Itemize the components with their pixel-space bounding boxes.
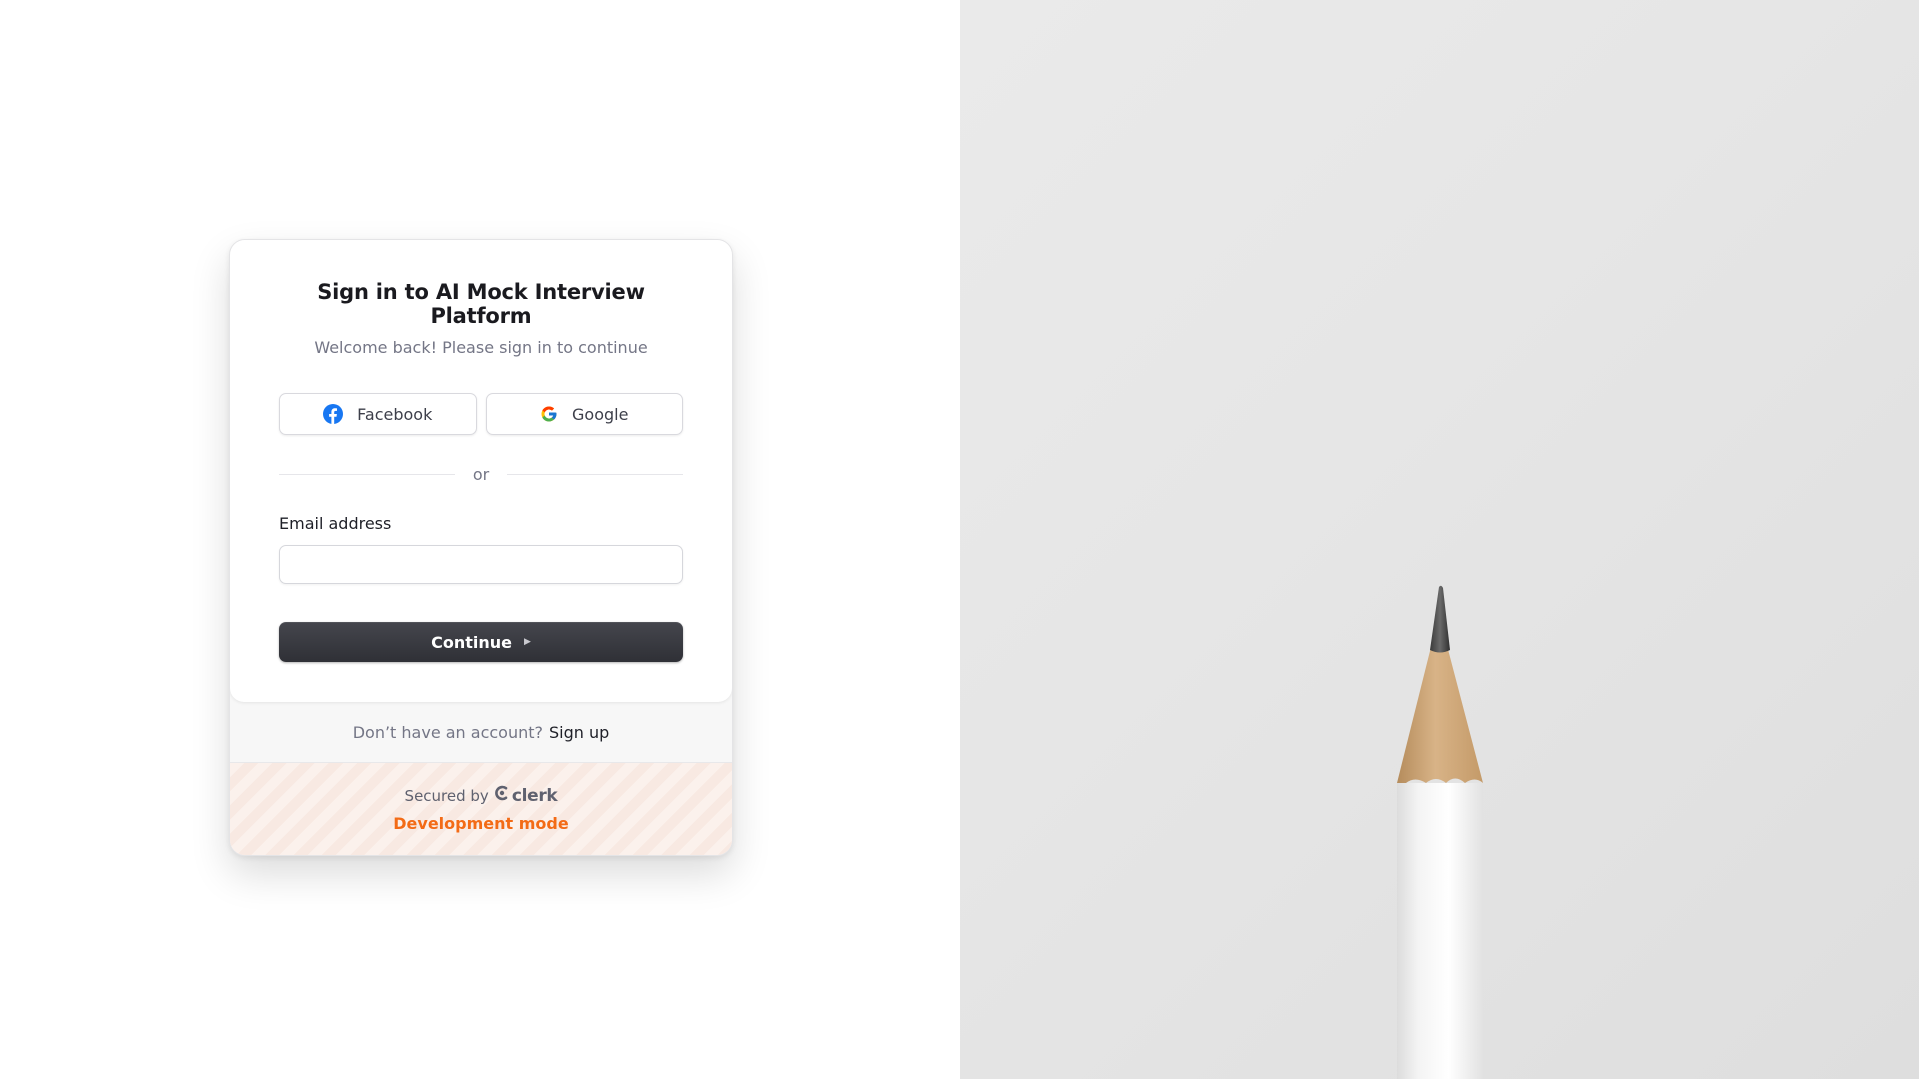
signin-card: Sign in to AI Mock Interview Platform We… [229, 239, 733, 856]
page-title: Sign in to AI Mock Interview Platform [317, 280, 645, 328]
clerk-brand: clerk [511, 785, 558, 806]
signin-page: Sign in to AI Mock Interview Platform We… [0, 0, 1919, 1079]
facebook-label: Facebook [357, 404, 433, 424]
divider-line-left [279, 474, 455, 475]
secured-by-row: Secured by clerk [405, 785, 558, 806]
development-mode-label: Development mode [393, 814, 569, 833]
secured-footer: Secured by clerk Development mode [230, 763, 732, 855]
or-divider: or [279, 465, 683, 484]
divider-text: or [472, 465, 490, 484]
signup-link[interactable]: Sign up [549, 723, 609, 742]
continue-label: Continue [431, 632, 512, 652]
signup-prompt: Don’t have an account? [352, 722, 544, 742]
hero-image [960, 0, 1919, 1079]
divider-line-right [507, 474, 683, 475]
page-subtitle: Welcome back! Please sign in to continue [314, 338, 648, 357]
google-button[interactable]: Google [485, 393, 683, 435]
left-pane: Sign in to AI Mock Interview Platform We… [0, 0, 960, 1079]
signin-card-body: Sign in to AI Mock Interview Platform We… [230, 240, 732, 702]
facebook-icon [323, 404, 344, 424]
continue-button[interactable]: Continue ▶ [279, 622, 683, 662]
secured-by-text: Secured by [404, 786, 489, 805]
google-icon [540, 405, 558, 423]
social-buttons: Facebook Google [279, 393, 683, 435]
clerk-icon [494, 785, 509, 806]
clerk-logo[interactable]: clerk [494, 785, 558, 806]
pencil-image [1397, 585, 1483, 1079]
caret-right-icon: ▶ [523, 637, 531, 647]
signup-footer: Don’t have an account? Sign up [230, 702, 732, 763]
email-field[interactable] [279, 545, 683, 584]
google-label: Google [572, 404, 629, 424]
email-label: Email address [279, 514, 392, 533]
facebook-button[interactable]: Facebook [279, 393, 477, 435]
